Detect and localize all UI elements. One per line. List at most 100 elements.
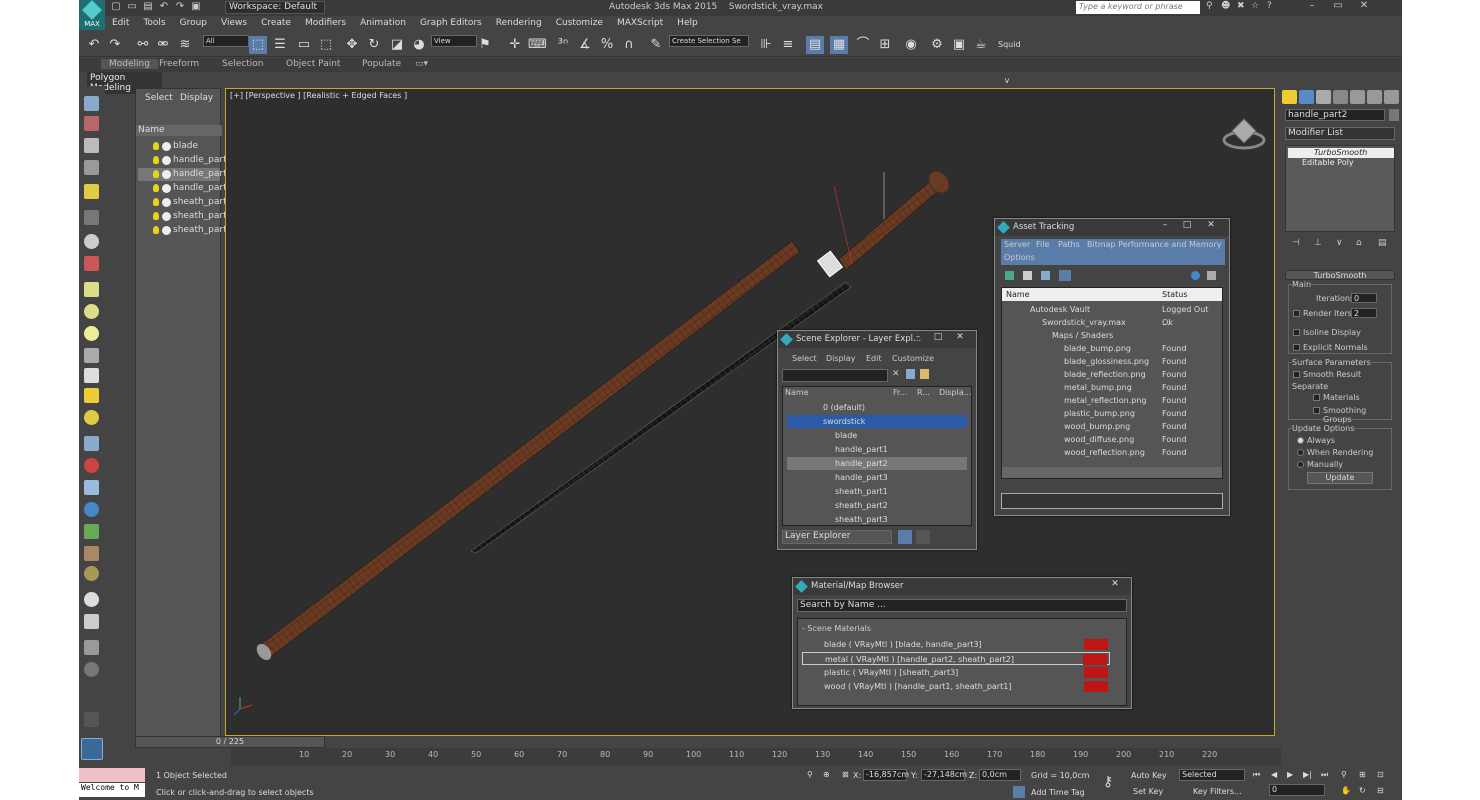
object-color-swatch[interactable] bbox=[1389, 109, 1399, 121]
material-browser-title[interactable]: Material/Map Browser bbox=[793, 578, 1131, 595]
hierarchy-tab-icon[interactable] bbox=[1316, 90, 1331, 104]
schematic-view-icon[interactable]: ⊞ bbox=[876, 36, 894, 54]
dynamics-icon[interactable] bbox=[84, 458, 99, 473]
box-icon[interactable] bbox=[84, 282, 99, 297]
close-button[interactable]: ✕ bbox=[1351, 0, 1377, 15]
signin-icon[interactable]: ☻ bbox=[1221, 1, 1230, 11]
new-file-icon[interactable]: ▢ bbox=[109, 1, 123, 14]
show-end-result-icon[interactable]: ⊥ bbox=[1314, 238, 1322, 248]
goto-start-icon[interactable]: ⏮ bbox=[1253, 770, 1260, 780]
tent-icon[interactable] bbox=[84, 480, 99, 495]
table-row[interactable]: wood_diffuse.png Found bbox=[1006, 433, 1218, 446]
asset-maximize-button[interactable]: □ bbox=[1177, 220, 1197, 233]
light-bulb-icon[interactable] bbox=[153, 156, 159, 164]
workspace-dropdown[interactable]: Workspace: Default bbox=[225, 1, 325, 14]
tab-object-paint[interactable]: Object Paint bbox=[286, 59, 340, 69]
material-icon[interactable] bbox=[84, 566, 99, 581]
menu-create[interactable]: Create bbox=[254, 16, 298, 32]
edit-named-sets-icon[interactable]: ✎ bbox=[647, 36, 665, 54]
table-row[interactable]: blade_reflection.png Found bbox=[1006, 368, 1218, 381]
motion-tab-icon[interactable] bbox=[1333, 90, 1348, 104]
viewport-icon[interactable] bbox=[84, 116, 99, 131]
mb-close-button[interactable]: ✕ bbox=[1105, 579, 1125, 592]
toggle-ribbon-icon[interactable]: ▦ bbox=[830, 36, 848, 54]
iterations-spinner[interactable]: 0 bbox=[1351, 293, 1377, 303]
make-unique-icon[interactable]: ∨ bbox=[1336, 238, 1343, 248]
asset-menu-bitmap[interactable]: Bitmap Performance and Memory bbox=[1087, 240, 1222, 249]
isolate-icon[interactable]: ⚲ bbox=[807, 770, 813, 779]
menu-views[interactable]: Views bbox=[214, 16, 254, 32]
zoom-extents-icon[interactable]: ⊡ bbox=[1377, 770, 1384, 779]
asset-col-name[interactable]: Name bbox=[1006, 290, 1030, 299]
project-folder-icon[interactable]: ▣ bbox=[189, 1, 203, 14]
asset-settings-icon[interactable] bbox=[1207, 271, 1216, 280]
globe-icon[interactable] bbox=[84, 502, 99, 517]
reference-coordinate-dropdown[interactable]: View bbox=[431, 35, 477, 47]
x-coordinate-field[interactable]: -16,857cm bbox=[863, 769, 909, 781]
tab-populate[interactable]: Populate bbox=[362, 59, 401, 69]
expand-arrow-icon[interactable] bbox=[84, 712, 99, 727]
turbosmooth-rollout[interactable]: TurboSmooth bbox=[1285, 270, 1395, 280]
explicit-normals-checkbox[interactable] bbox=[1293, 344, 1300, 351]
isoline-checkbox[interactable] bbox=[1293, 329, 1300, 336]
table-row[interactable]: plastic_bump.png Found bbox=[1006, 407, 1218, 420]
maxscript-listener-pink[interactable] bbox=[79, 768, 145, 782]
light-bulb-icon[interactable] bbox=[153, 170, 159, 178]
separate-materials-checkbox[interactable] bbox=[1313, 394, 1320, 401]
table-row[interactable]: wood_bump.png Found bbox=[1006, 420, 1218, 433]
omni-light-icon[interactable] bbox=[84, 410, 99, 425]
asset-path-field[interactable] bbox=[1001, 493, 1223, 509]
tree-row[interactable]: handle_part3 bbox=[787, 471, 967, 484]
update-button[interactable]: Update bbox=[1307, 472, 1373, 484]
refresh-icon[interactable] bbox=[1005, 271, 1014, 280]
se-add-selected-icon[interactable] bbox=[920, 369, 929, 379]
se-clear-icon[interactable]: ✕ bbox=[892, 369, 900, 379]
bind-spacewarp-icon[interactable]: ≋ bbox=[176, 36, 194, 54]
se-minimize-button[interactable]: – bbox=[908, 332, 928, 345]
script-icon[interactable] bbox=[84, 640, 99, 655]
rect-selection-icon[interactable]: ▭ bbox=[295, 36, 313, 54]
se-maximize-button[interactable]: □ bbox=[928, 332, 948, 345]
align-icon[interactable]: ≡ bbox=[779, 36, 797, 54]
se-col-render[interactable]: R... bbox=[917, 388, 930, 397]
binoculars-icon[interactable]: ⚲ bbox=[1206, 1, 1213, 11]
when-rendering-radio[interactable] bbox=[1297, 449, 1304, 456]
asset-help-icon[interactable] bbox=[1191, 271, 1200, 280]
list-item[interactable]: handle_part1 bbox=[138, 154, 232, 167]
menu-help[interactable]: Help bbox=[670, 16, 705, 32]
undo-icon[interactable]: ↶ bbox=[157, 1, 171, 14]
app-logo[interactable]: MAX bbox=[79, 0, 105, 30]
table-row[interactable]: wood_reflection.png Found bbox=[1006, 446, 1218, 459]
scene-column-header[interactable]: Name bbox=[136, 125, 222, 136]
scene-tab-select[interactable]: Select bbox=[145, 93, 173, 103]
save-file-icon[interactable]: ▤ bbox=[141, 1, 155, 14]
se-close-button[interactable]: ✕ bbox=[950, 332, 970, 345]
stack-item-editable-poly[interactable]: Editable Poly bbox=[1288, 158, 1394, 168]
percent-snap-icon[interactable]: % bbox=[598, 36, 616, 54]
visibility-icon[interactable] bbox=[162, 156, 171, 165]
menu-rendering[interactable]: Rendering bbox=[489, 16, 549, 32]
object-name-input[interactable]: handle_part2 bbox=[1285, 109, 1385, 121]
search-input[interactable]: Type a keyword or phrase bbox=[1076, 1, 1200, 14]
redo-icon[interactable]: ↷ bbox=[173, 1, 187, 14]
material-editor-icon[interactable]: ◉ bbox=[902, 36, 920, 54]
modifier-stack[interactable]: TurboSmooth Editable Poly bbox=[1285, 145, 1395, 232]
y-coordinate-field[interactable]: -27,148cm bbox=[921, 769, 967, 781]
tree-row[interactable]: sheath_part1 bbox=[787, 485, 967, 498]
play-icon[interactable]: ▶ bbox=[1287, 770, 1293, 779]
light-bulb-icon[interactable] bbox=[153, 212, 159, 220]
key-filters-button[interactable]: Key Filters... bbox=[1193, 787, 1242, 796]
placement-icon[interactable]: ◕ bbox=[410, 36, 428, 54]
spinner-snap-icon[interactable]: ∩ bbox=[620, 36, 638, 54]
select-manipulate-icon[interactable]: ✛ bbox=[506, 36, 524, 54]
se-col-frozen[interactable]: Fr... bbox=[893, 388, 907, 397]
mirror-icon[interactable]: ⊪ bbox=[757, 36, 775, 54]
tab-modeling[interactable]: Modeling bbox=[101, 59, 158, 69]
prev-frame-icon[interactable]: ◀ bbox=[1271, 770, 1277, 779]
se-menu-display[interactable]: Display bbox=[826, 354, 856, 363]
asset-horizontal-scrollbar[interactable] bbox=[1002, 467, 1222, 478]
white-sphere-icon[interactable] bbox=[84, 592, 99, 607]
table-row[interactable]: Maps / Shaders bbox=[1006, 329, 1218, 342]
layer-mode-icon[interactable] bbox=[898, 530, 912, 544]
list-item[interactable]: blade bbox=[138, 140, 220, 153]
